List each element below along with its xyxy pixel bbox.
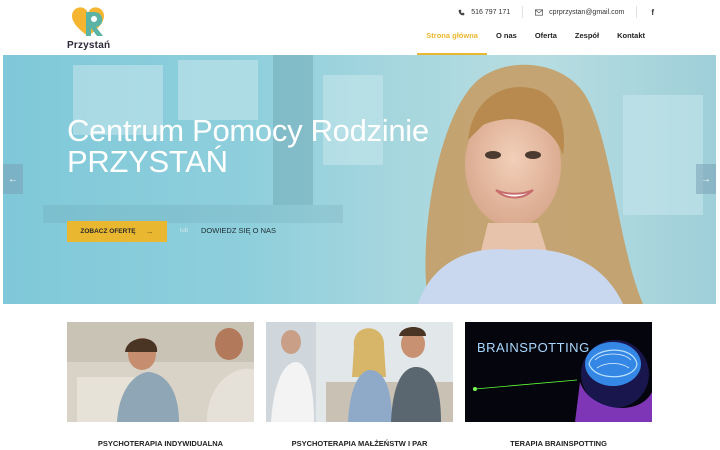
- arrow-right-icon: →: [145, 227, 154, 236]
- phone-icon: [458, 9, 465, 15]
- phone-link[interactable]: 516 797 171: [446, 7, 522, 17]
- card-title-individual-therapy[interactable]: PSYCHOTERAPIA INDYWIDUALNA: [67, 439, 254, 448]
- learn-more-link[interactable]: DOWIEDZ SIĘ O NAS: [201, 226, 276, 235]
- nav-contact[interactable]: Kontakt: [608, 31, 654, 55]
- brainspotting-image-text: BRAINSPOTTING: [477, 340, 590, 355]
- logo-text: Przystań: [67, 40, 111, 51]
- nav-offer[interactable]: Oferta: [526, 31, 566, 55]
- hero-title-line1: Centrum Pomocy Rodzinie: [67, 113, 429, 148]
- main-nav: Strona główna O nas Oferta Zespół Kontak…: [417, 31, 654, 55]
- background-window: [178, 60, 258, 120]
- nav-about[interactable]: O nas: [487, 31, 526, 55]
- woman-portrait: [418, 64, 643, 304]
- nav-home[interactable]: Strona główna: [417, 31, 487, 55]
- slider-next-button[interactable]: →: [696, 164, 716, 194]
- card-title-couples-therapy[interactable]: PSYCHOTERAPIA MAŁŻEŃSTW I PAR: [266, 439, 453, 448]
- slider-prev-button[interactable]: ←: [3, 164, 23, 194]
- brain-illustration: [465, 322, 652, 422]
- card-image-couples-therapy[interactable]: [266, 322, 453, 422]
- see-offer-label: ZOBACZ OFERTĘ: [80, 228, 136, 235]
- contact-bar: 516 797 171 cprprzystan@gmail.com f: [446, 6, 654, 18]
- nav-team[interactable]: Zespół: [566, 31, 608, 55]
- or-separator: lub: [180, 228, 189, 234]
- site-header: Przystań 516 797 171 cprprzystan@gmail.c…: [0, 0, 720, 56]
- mail-icon: [535, 9, 544, 15]
- card-title-brainspotting[interactable]: TERAPIA BRAINSPOTTING: [465, 439, 652, 448]
- card-image-brainspotting[interactable]: BRAINSPOTTING: [465, 322, 652, 422]
- hero-title: Centrum Pomocy Rodzinie PRZYSTAŃ: [67, 115, 429, 177]
- see-offer-button[interactable]: ZOBACZ OFERTĘ →: [67, 221, 167, 242]
- card-image-individual-therapy[interactable]: [67, 322, 254, 422]
- hero-slider: Centrum Pomocy Rodzinie PRZYSTAŃ ZOBACZ …: [3, 55, 716, 304]
- phone-number: 516 797 171: [471, 8, 511, 16]
- email-address: cprprzystan@gmail.com: [549, 8, 625, 16]
- facebook-icon[interactable]: f: [637, 8, 654, 17]
- email-link[interactable]: cprprzystan@gmail.com: [523, 7, 636, 17]
- hero-title-line2: PRZYSTAŃ: [67, 144, 228, 179]
